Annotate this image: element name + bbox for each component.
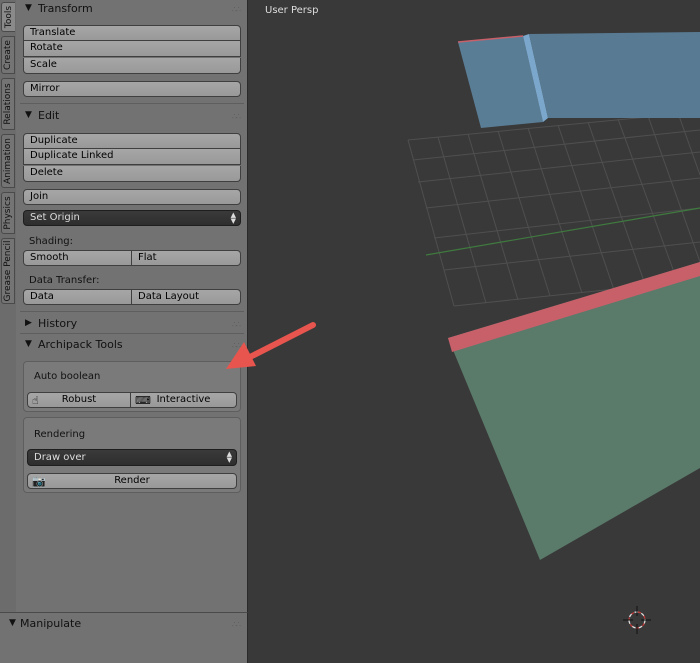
tab-relations[interactable]: Relations xyxy=(1,78,15,130)
hand-icon: ☝ xyxy=(32,394,39,407)
triangle-down-icon: ▼ xyxy=(25,110,32,120)
camera-icon: 📷 xyxy=(32,475,46,488)
duplicate-button[interactable]: Duplicate xyxy=(23,133,241,149)
wall-object-right xyxy=(529,32,700,118)
panel-title: Transform xyxy=(38,2,93,15)
panel-title: Manipulate xyxy=(20,617,82,630)
button-label: Render xyxy=(114,475,150,486)
tab-animation[interactable]: Animation xyxy=(1,134,15,188)
panel-title: Archipack Tools xyxy=(38,338,123,351)
tab-label: Animation xyxy=(3,138,13,184)
tab-label: Tools xyxy=(3,5,14,29)
tab-create[interactable]: Create xyxy=(1,36,15,74)
viewport-scene xyxy=(407,32,700,634)
robust-button[interactable]: ☝ Robust xyxy=(27,392,131,408)
triangle-down-icon: ▼ xyxy=(25,3,32,13)
tab-label: Physics xyxy=(3,196,13,230)
blender-window: Tools Create Relations Animation Physics… xyxy=(0,0,700,663)
3d-cursor-icon[interactable] xyxy=(623,606,651,634)
panel-title: Edit xyxy=(38,109,60,122)
panel-header-edit[interactable]: ▼ Edit ∴∴ xyxy=(20,107,244,125)
tab-label: Grease Pencil xyxy=(3,240,13,302)
rendering-label: Rendering xyxy=(34,429,86,440)
set-origin-dropdown[interactable]: Set Origin ▲ ▼ xyxy=(23,210,241,226)
up-down-arrows-icon: ▲ ▼ xyxy=(230,211,236,225)
translate-button[interactable]: Translate xyxy=(23,25,241,41)
grip-icon[interactable]: ∴∴ xyxy=(232,620,241,629)
divider xyxy=(20,311,244,312)
3d-viewport[interactable]: User Persp xyxy=(248,0,700,663)
draw-over-dropdown[interactable]: Draw over ▲ ▼ xyxy=(27,449,237,466)
grip-icon[interactable]: ∴∴ xyxy=(232,320,241,329)
button-label: Robust xyxy=(61,394,97,405)
panel-header-history[interactable]: ▶ History ∴∴ xyxy=(20,315,244,333)
panel-header-transform[interactable]: ▼ Transform ∴∴ xyxy=(20,0,244,18)
triangle-down-icon: ▼ xyxy=(9,618,16,628)
tool-shelf-tabs: Tools Create Relations Animation Physics… xyxy=(0,0,16,612)
divider xyxy=(20,103,244,104)
mirror-button[interactable]: Mirror xyxy=(23,81,241,97)
auto-boolean-label: Auto boolean xyxy=(34,371,101,382)
duplicate-linked-button[interactable]: Duplicate Linked xyxy=(23,149,241,165)
interactive-button[interactable]: ⌨ Interactive xyxy=(131,392,237,408)
delete-button[interactable]: Delete xyxy=(23,166,241,182)
triangle-down-icon: ▼ xyxy=(25,339,32,349)
tab-physics[interactable]: Physics xyxy=(1,192,15,234)
dropdown-value: Draw over xyxy=(34,452,86,463)
join-button[interactable]: Join xyxy=(23,189,241,205)
tab-label: Create xyxy=(3,40,13,70)
flat-button[interactable]: Flat xyxy=(132,250,241,266)
triangle-right-icon: ▶ xyxy=(25,318,32,328)
panel-title: History xyxy=(38,317,78,330)
divider xyxy=(20,333,244,334)
button-label: Interactive xyxy=(156,394,211,405)
scale-button[interactable]: Scale xyxy=(23,58,241,74)
manipulate-panel: ▼ Manipulate ∴∴ xyxy=(0,612,248,663)
tab-tools[interactable]: Tools xyxy=(1,2,15,32)
data-button[interactable]: Data xyxy=(23,289,132,305)
dropdown-value: Set Origin xyxy=(30,212,80,223)
tab-grease-pencil[interactable]: Grease Pencil xyxy=(1,238,15,304)
grip-icon[interactable]: ∴∴ xyxy=(232,112,241,121)
up-down-arrows-icon: ▲ ▼ xyxy=(226,450,232,464)
tab-label: Relations xyxy=(3,83,13,125)
render-button[interactable]: 📷 Render xyxy=(27,473,237,489)
grip-icon[interactable]: ∴∴ xyxy=(232,5,241,14)
panel-header-manipulate[interactable]: ▼ Manipulate ∴∴ xyxy=(0,615,241,633)
data-transfer-label: Data Transfer: xyxy=(29,275,100,286)
smooth-button[interactable]: Smooth xyxy=(23,250,132,266)
tool-shelf: ▼ Transform ∴∴ Translate Rotate Scale Mi… xyxy=(16,0,248,612)
shading-label: Shading: xyxy=(29,236,73,247)
grip-icon[interactable]: ∴∴ xyxy=(232,341,241,350)
data-layout-button[interactable]: Data Layout xyxy=(132,289,241,305)
panel-header-archipack-tools[interactable]: ▼ Archipack Tools ∴∴ xyxy=(20,336,244,354)
mouse-icon: ⌨ xyxy=(135,394,151,407)
rotate-button[interactable]: Rotate xyxy=(23,41,241,57)
viewport-perspective-label: User Persp xyxy=(265,5,319,16)
